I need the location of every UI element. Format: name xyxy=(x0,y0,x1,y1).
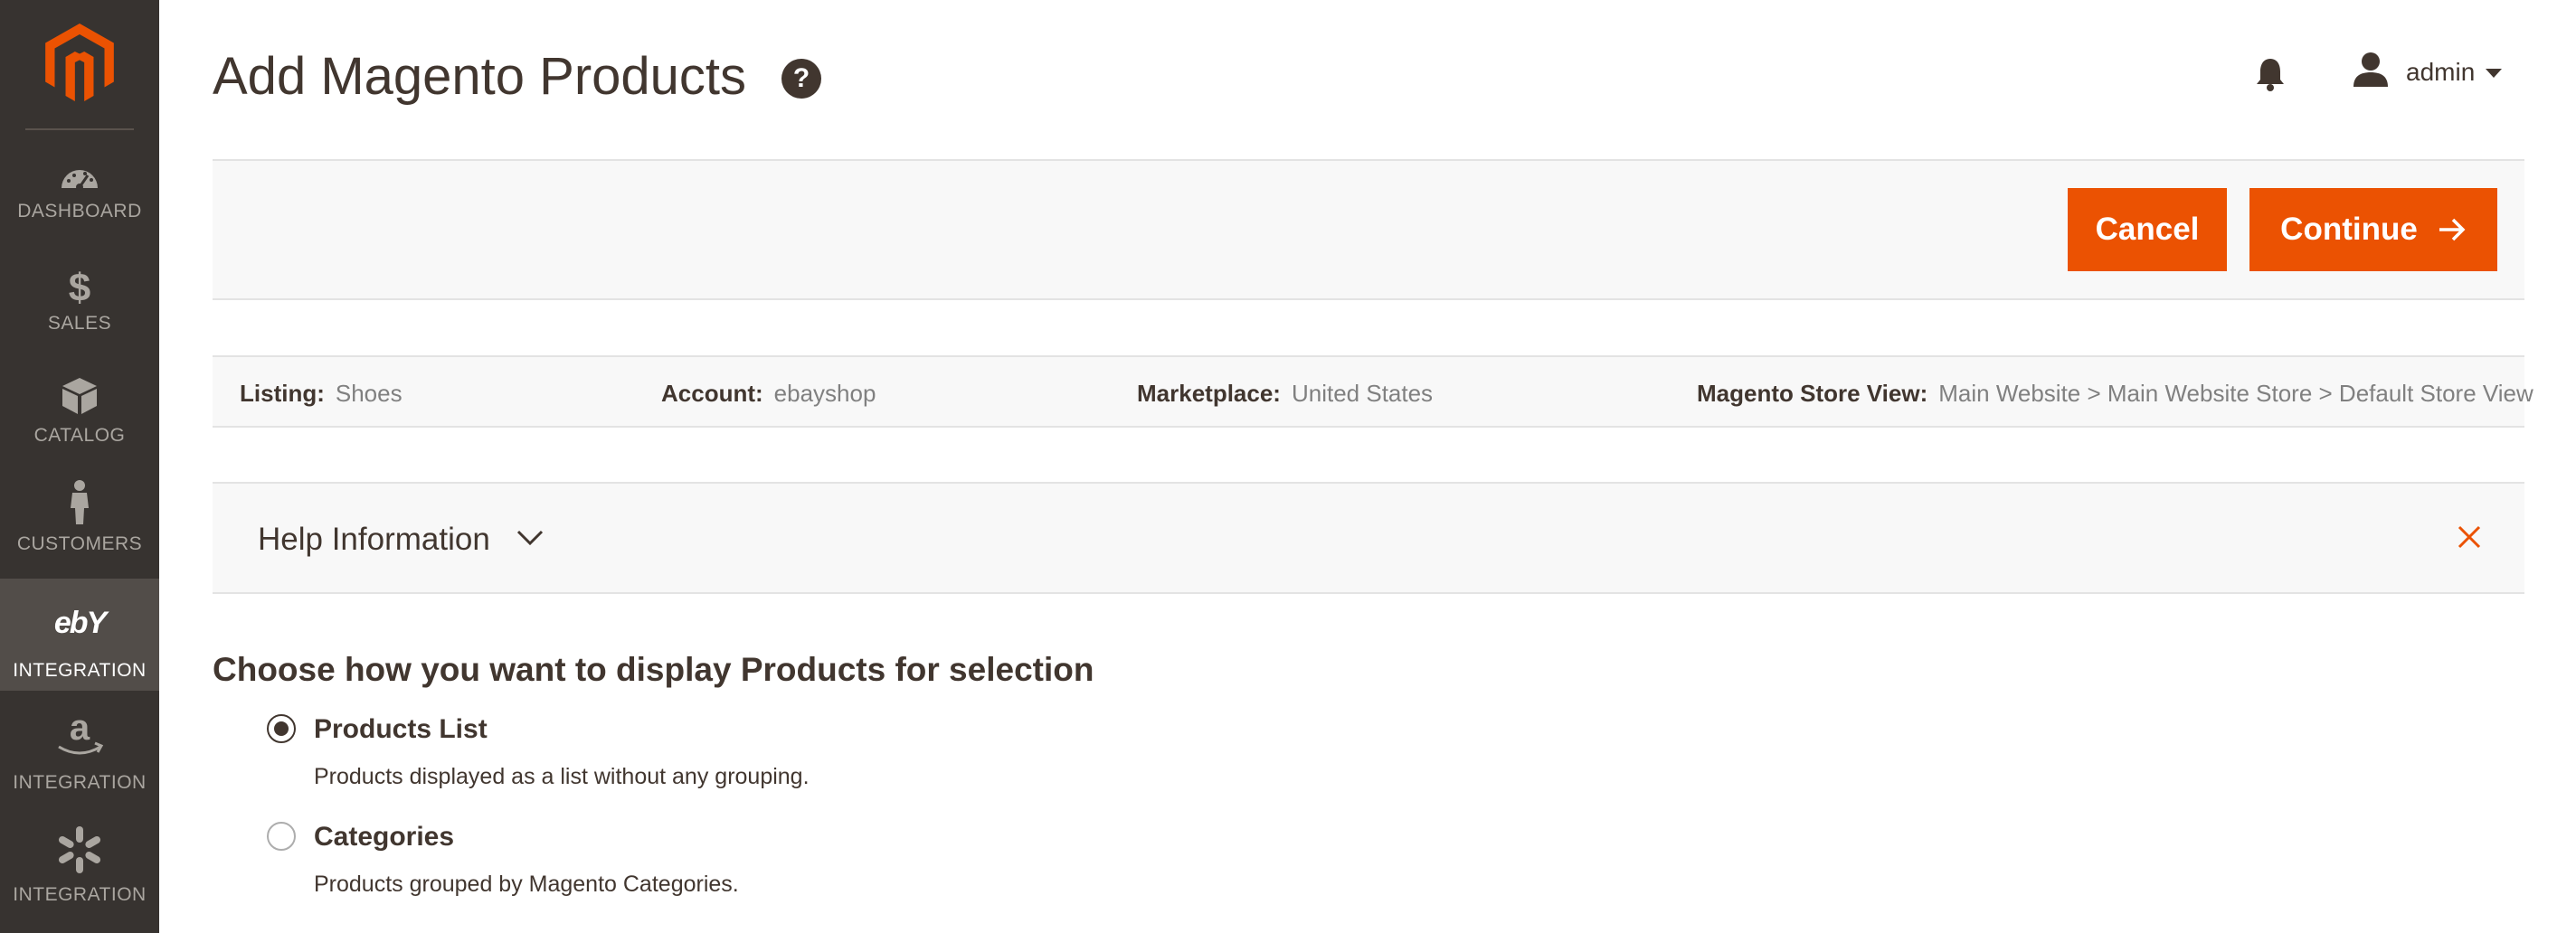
page-title: Add Magento Products xyxy=(213,47,747,106)
continue-button-label: Continue xyxy=(2280,212,2418,247)
walmart-spark-icon xyxy=(56,825,103,875)
info-listing: Listing: Shoes xyxy=(240,380,402,408)
sidebar-item-walmart-integration[interactable]: INTEGRATION xyxy=(0,803,159,915)
info-marketplace-value: United States xyxy=(1291,380,1434,407)
dashboard-gauge-icon xyxy=(58,161,101,193)
option-description: Products displayed as a list without any… xyxy=(314,764,810,789)
option-label[interactable]: Products List xyxy=(314,714,488,745)
sidebar-item-dashboard[interactable]: DASHBOARD xyxy=(0,143,159,255)
user-avatar-icon[interactable] xyxy=(2352,51,2390,89)
cancel-button[interactable]: Cancel xyxy=(2068,188,2227,271)
svg-text:a: a xyxy=(70,709,90,748)
sidebar-item-amazon-integration[interactable]: a INTEGRATION xyxy=(0,691,159,803)
sidebar-item-label: INTEGRATION xyxy=(13,660,147,681)
sidebar-item-label: DASHBOARD xyxy=(17,201,142,221)
sidebar-item-label: SALES xyxy=(47,313,112,334)
sidebar-item-sales[interactable]: $ SALES xyxy=(0,255,159,367)
info-account-key: Account: xyxy=(661,380,763,407)
logo-divider xyxy=(25,128,134,130)
sidebar-item-label: CATALOG xyxy=(33,425,126,446)
sidebar-item-label: INTEGRATION xyxy=(13,772,147,793)
box-icon xyxy=(61,376,99,416)
info-store-view-key: Magento Store View: xyxy=(1697,380,1928,407)
info-listing-value: Shoes xyxy=(335,380,402,407)
ebay-logo-icon: ebY xyxy=(53,606,107,640)
radio-categories[interactable] xyxy=(267,822,296,851)
option-description: Products grouped by Magento Categories. xyxy=(314,872,739,897)
sidebar-item-label: INTEGRATION xyxy=(13,884,147,905)
user-name[interactable]: admin xyxy=(2406,58,2475,87)
info-marketplace: Marketplace: United States xyxy=(1137,380,1433,408)
info-store-view-value: Main Website > Main Website Store > Defa… xyxy=(1938,380,2533,407)
info-listing-key: Listing: xyxy=(240,380,325,407)
amazon-logo-icon: a xyxy=(53,709,106,761)
info-store-view: Magento Store View: Main Website > Main W… xyxy=(1697,380,2533,408)
dollar-icon: $ xyxy=(68,266,91,310)
magento-logo-icon[interactable] xyxy=(40,24,119,101)
sidebar-item-ebay-integration[interactable]: ebY INTEGRATION xyxy=(0,579,159,691)
listing-info-bar: Listing: Shoes Account: ebayshop Marketpla… xyxy=(213,355,2533,428)
info-account-value: ebayshop xyxy=(773,380,876,407)
cancel-button-label: Cancel xyxy=(2095,212,2200,247)
info-marketplace-key: Marketplace: xyxy=(1137,380,1281,407)
continue-button[interactable]: Continue xyxy=(2249,188,2497,271)
option-label[interactable]: Categories xyxy=(314,822,454,853)
sidebar-item-label: CUSTOMERS xyxy=(16,533,143,554)
question-icon[interactable]: ? xyxy=(781,59,821,99)
info-account: Account: ebayshop xyxy=(661,380,876,408)
help-information-toggle[interactable]: Help Information xyxy=(258,522,490,558)
help-information-block: Help Information xyxy=(213,482,2524,594)
chevron-down-icon[interactable] xyxy=(516,529,544,547)
admin-sidebar: DASHBOARD $ SALES CATALOG CUSTOMERS ebY … xyxy=(0,0,159,933)
notification-bell-icon[interactable] xyxy=(2254,56,2287,92)
person-icon xyxy=(66,479,93,526)
chevron-down-icon[interactable] xyxy=(2486,69,2502,78)
section-title: Choose how you want to display Products … xyxy=(213,651,1094,688)
radio-products-list[interactable] xyxy=(267,714,296,743)
sidebar-item-customers[interactable]: CUSTOMERS xyxy=(0,479,159,591)
close-icon[interactable] xyxy=(2458,525,2481,549)
sidebar-item-catalog[interactable]: CATALOG xyxy=(0,367,159,479)
arrow-right-icon xyxy=(2439,218,2466,241)
